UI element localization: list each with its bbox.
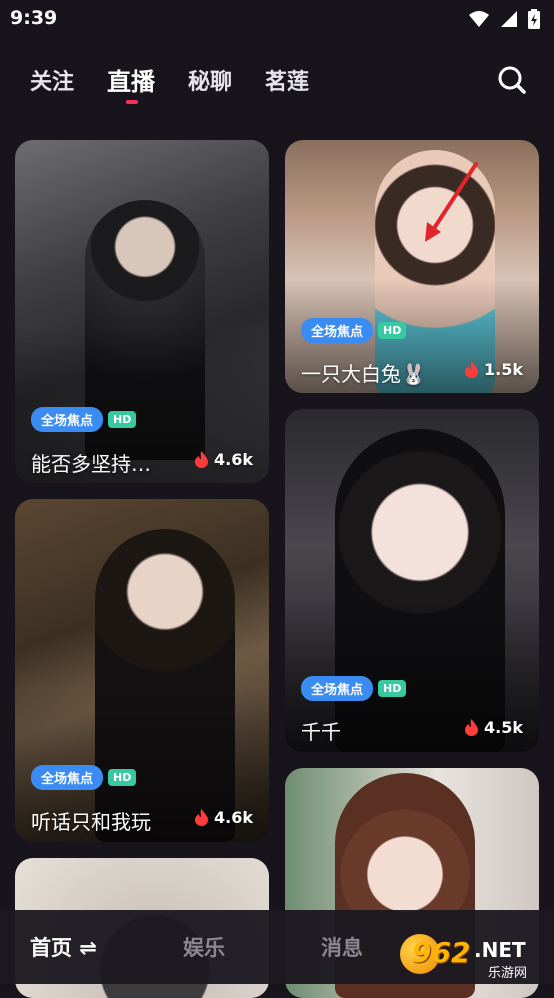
badge-group: 全场焦点 HD (301, 676, 407, 701)
watermark-logo: 962 .NET 乐游网 (400, 934, 550, 981)
hd-badge: HD (108, 769, 137, 786)
badge-group: 全场焦点 HD (301, 318, 407, 343)
fire-icon (195, 451, 209, 468)
fire-icon (465, 719, 479, 736)
viewer-count: 4.6k (195, 808, 253, 827)
arrow-overlay-icon (425, 162, 478, 242)
viewer-count-value: 4.6k (214, 808, 253, 827)
hd-badge: HD (108, 411, 137, 428)
card-title: 千千 (301, 720, 341, 744)
watermark-caption: 乐游网 (488, 966, 528, 981)
battery-icon (528, 9, 540, 29)
focus-badge: 全场焦点 (301, 318, 374, 343)
wifi-icon (469, 11, 489, 27)
watermark-number: 962 (412, 936, 471, 969)
status-time: 9:39 (10, 7, 58, 29)
badge-group: 全场焦点 HD (31, 765, 137, 790)
viewer-count-value: 4.6k (214, 450, 253, 469)
card-title: 能否多坚持… (31, 452, 151, 476)
status-icons (468, 9, 540, 29)
hd-badge: HD (378, 322, 407, 339)
watermark-suffix: .NET (474, 938, 526, 962)
fire-icon (195, 809, 209, 826)
live-card[interactable]: 全场焦点 HD 一只大白兔🐰 1.5k (285, 140, 539, 393)
live-card[interactable]: 全场焦点 HD 千千 4.5k (285, 409, 539, 752)
search-icon[interactable] (496, 64, 528, 96)
viewer-count-value: 4.5k (484, 718, 523, 737)
badge-group: 全场焦点 HD (31, 407, 137, 432)
nav-messages[interactable]: 消息 (321, 932, 363, 962)
viewer-count: 4.6k (195, 450, 253, 469)
card-title: 一只大白兔🐰 (301, 362, 426, 386)
active-tab-indicator (126, 100, 138, 104)
nav-entertainment[interactable]: 娱乐 (183, 932, 225, 962)
live-card[interactable]: 全场焦点 HD 能否多坚持… 4.6k (15, 140, 269, 483)
tab-follow[interactable]: 关注 (30, 64, 74, 96)
viewer-count-value: 1.5k (484, 360, 523, 379)
viewer-count: 1.5k (465, 360, 523, 379)
viewer-count: 4.5k (465, 718, 523, 737)
signal-icon (501, 11, 517, 27)
focus-badge: 全场焦点 (31, 407, 104, 432)
tab-minglian[interactable]: 茗莲 (265, 64, 309, 96)
focus-badge: 全场焦点 (301, 676, 374, 701)
card-title: 听话只和我玩 (31, 810, 151, 834)
tab-live[interactable]: 直播 (107, 62, 155, 97)
tab-private-chat[interactable]: 秘聊 (188, 64, 232, 96)
status-bar: 9:39 (0, 0, 554, 38)
fire-icon (465, 361, 479, 378)
hd-badge: HD (378, 680, 407, 697)
nav-home[interactable]: 首页 ⇌ (30, 932, 97, 962)
top-tab-bar: 关注 直播 秘聊 茗莲 (0, 58, 554, 108)
live-card[interactable]: 全场焦点 HD 听话只和我玩 4.6k (15, 499, 269, 842)
focus-badge: 全场焦点 (31, 765, 104, 790)
